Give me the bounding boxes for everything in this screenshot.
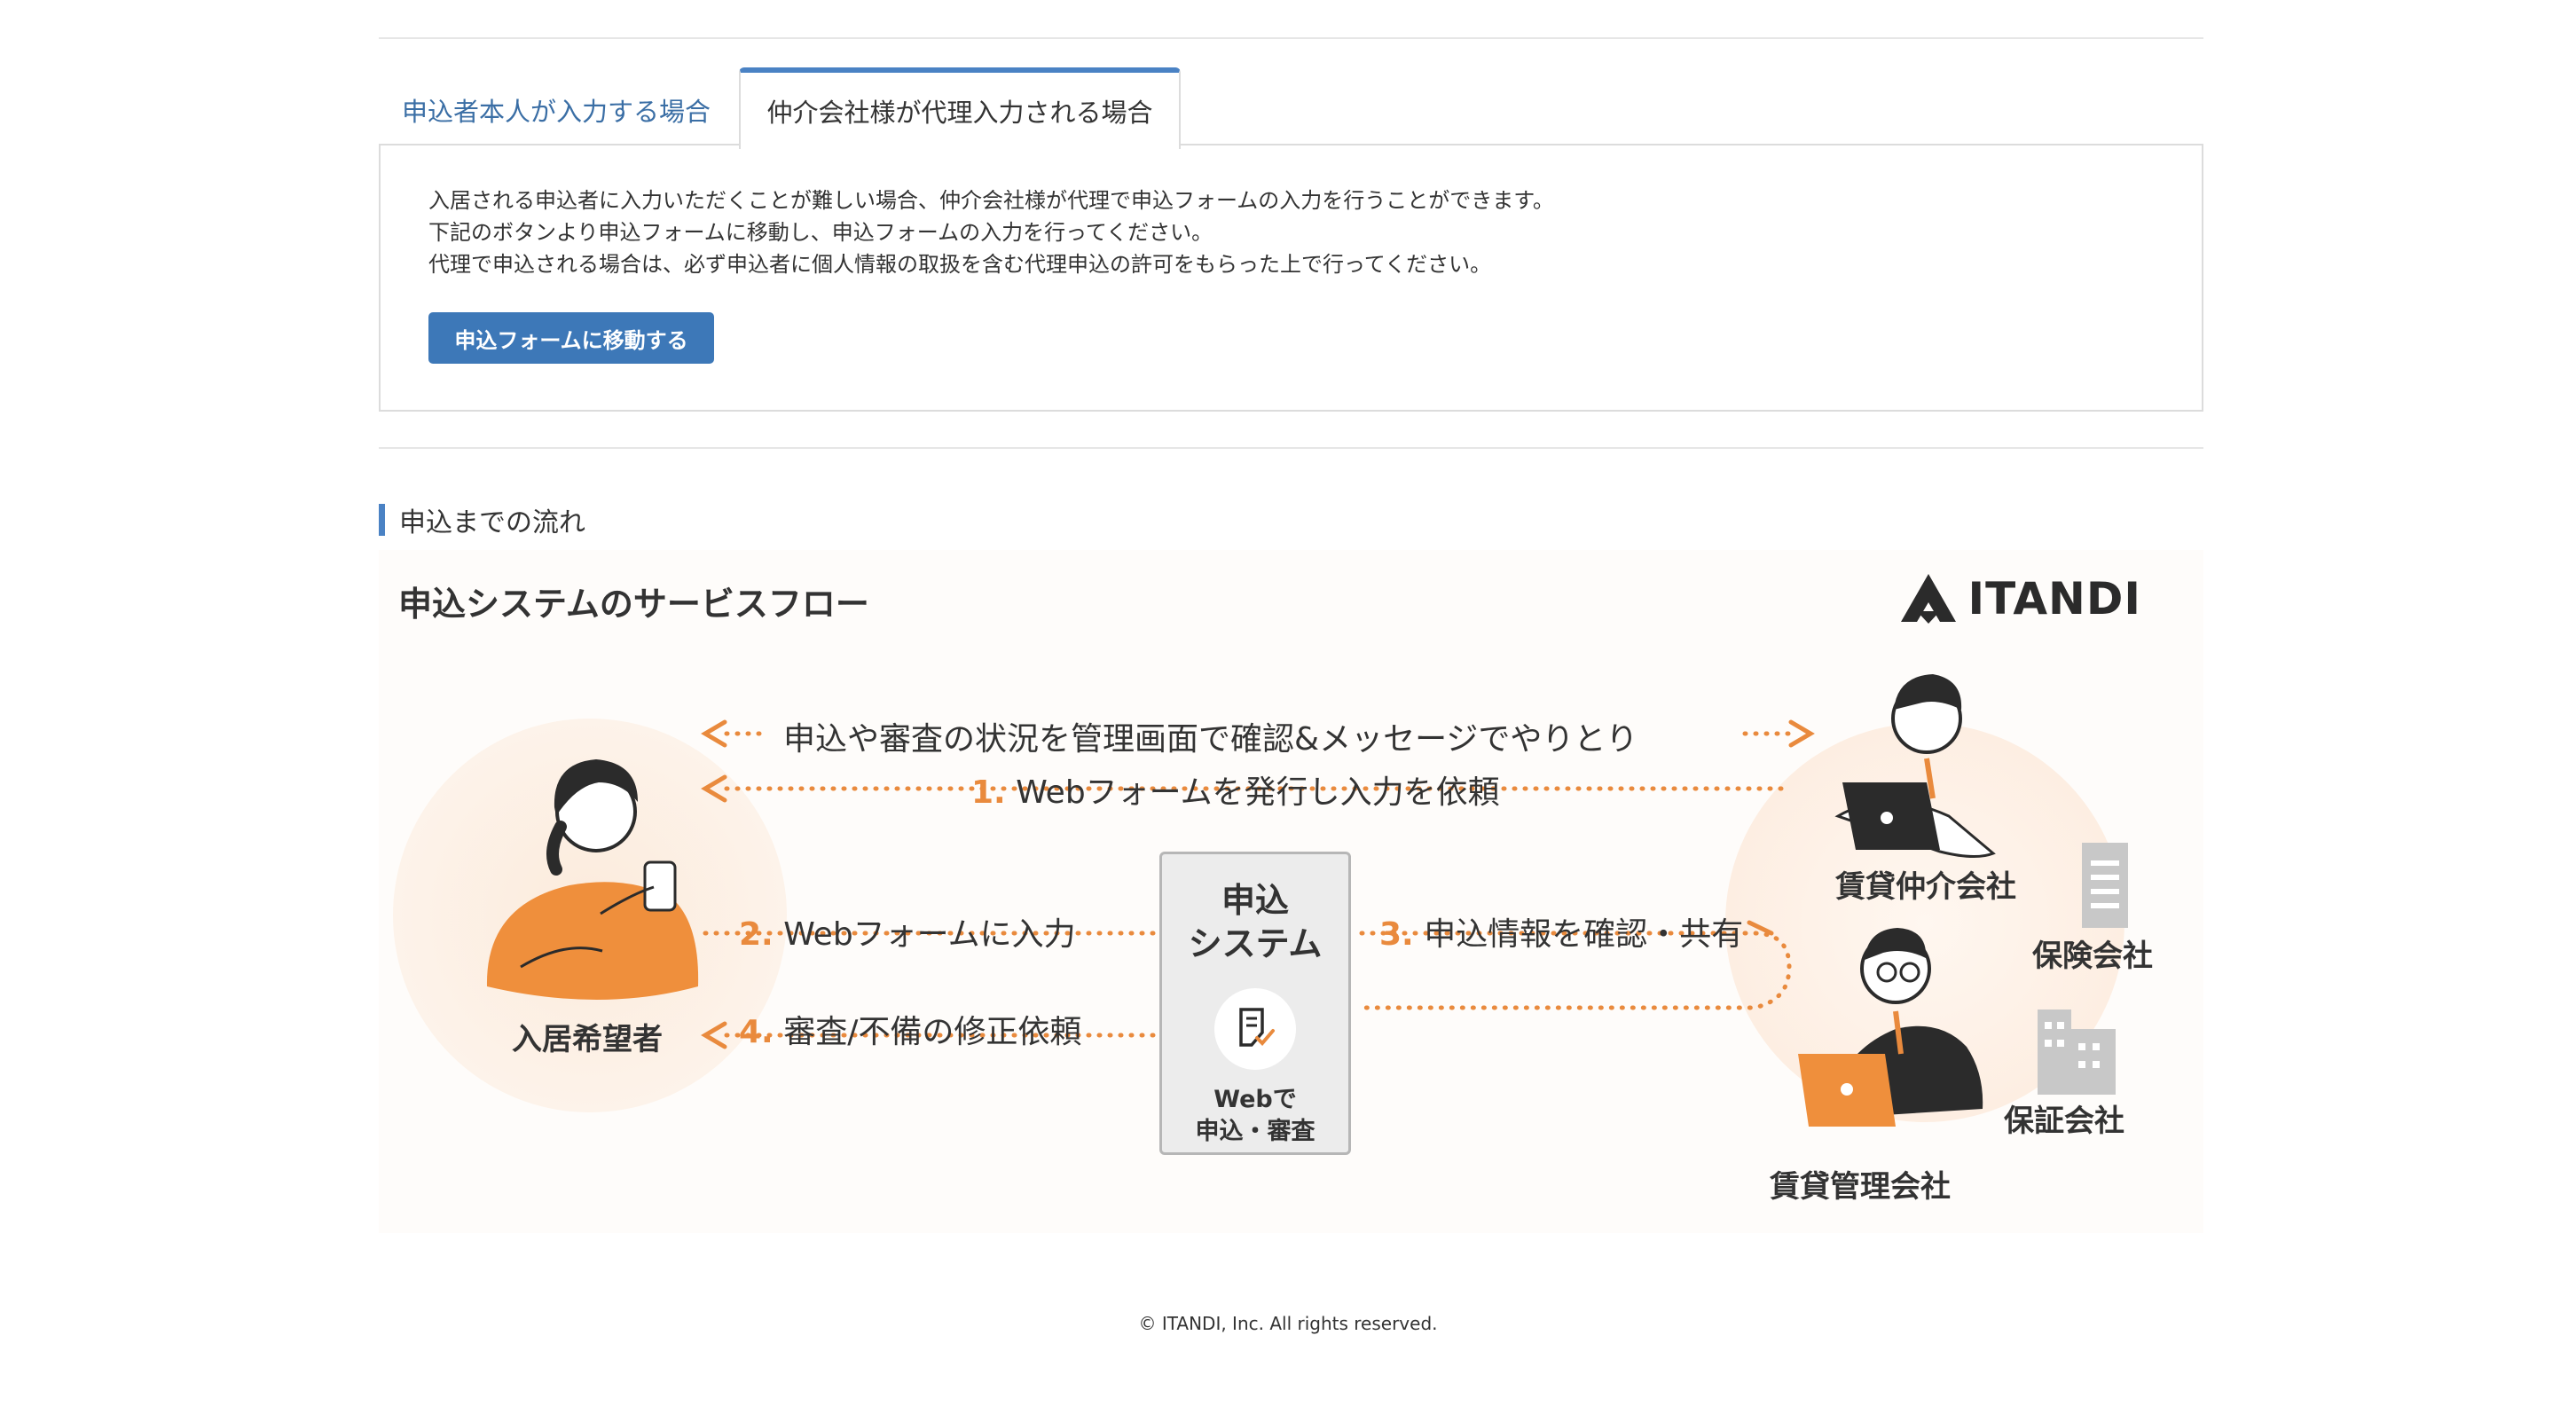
system-subtitle-line-2: 申込・審査 (1195, 1118, 1315, 1146)
itandi-logo-icon (1900, 574, 1956, 624)
step-3-label: 3. 申込情報を確認・共有 (1379, 908, 1743, 954)
manager-label: 賃貸管理会社 (1770, 1169, 1951, 1205)
form-check-icon (1214, 987, 1296, 1070)
system-title: 申込 システム (1189, 879, 1323, 967)
system-title-line-1: 申込 (1221, 881, 1289, 920)
step-1-number: 1. (971, 774, 1006, 811)
step-3-number: 3. (1379, 916, 1414, 953)
panel-text-line-3: 代理で申込される場合は、必ず申込者に個人情報の取扱を含む代理申込の許可をもらった… (428, 252, 1492, 277)
itandi-logo-text: ITANDI (1967, 573, 2141, 625)
guarantor-label: 保証会社 (2004, 1104, 2124, 1139)
move-to-form-button[interactable]: 申込フォームに移動する (428, 312, 714, 364)
step-2-text: Webフォームに入力 (783, 916, 1076, 953)
tab-self-input[interactable]: 申込者本人が入力する場合 (379, 76, 734, 144)
system-subtitle-line-1: Webで (1213, 1085, 1297, 1113)
step-4-number: 4. (739, 1014, 774, 1050)
step-1-label: 1. Webフォームを発行し入力を依頼 (971, 766, 1500, 813)
service-flow-diagram: 申込システムのサービスフロー ITANDI 申込や審査の状況を管理画面で確認&メ… (379, 550, 2203, 1233)
insurance-building-icon (2082, 843, 2128, 928)
system-subtitle: Webで 申込・審査 (1196, 1084, 1315, 1149)
tab-panel: 入居される申込者に入力いただくことが難しい場合、仲介会社様が代理で申込フォームの… (379, 144, 2203, 412)
insurance-label: 保険会社 (2032, 939, 2153, 974)
step-4-text: 審査/不備の修正依頼 (783, 1014, 1082, 1050)
step-1-text: Webフォームを発行し入力を依頼 (1016, 774, 1500, 811)
tab-agent-input[interactable]: 仲介会社様が代理入力される場合 (739, 67, 1181, 149)
panel-text-line-1: 入居される申込者に入力いただくことが難しい場合、仲介会社様が代理で申込フォームの… (428, 188, 1554, 213)
system-title-line-2: システム (1188, 924, 1323, 964)
step-4-label: 4. 審査/不備の修正依頼 (739, 1006, 1081, 1052)
middle-divider (379, 447, 2203, 449)
application-system-box: 申込 システム Webで 申込・審査 (1159, 852, 1351, 1155)
itandi-logo: ITANDI (1899, 572, 2141, 625)
flow-title: 申込システムのサービスフロー (398, 585, 869, 624)
top-divider (379, 37, 2203, 39)
broker-label: 賃貸仲介会社 (1835, 869, 2016, 905)
panel-text-line-2: 下記のボタンより申込フォームに移動し、申込フォームの入力を行ってください。 (428, 220, 1213, 245)
step-2-label: 2. Webフォームに入力 (739, 908, 1076, 954)
copyright: © ITANDI, Inc. All rights reserved. (1138, 1313, 1438, 1334)
step-2-number: 2. (739, 916, 774, 953)
top-message: 申込や審査の状況を管理画面で確認&メッセージでやりとり (783, 721, 1638, 758)
applicant-label: 入居希望者 (512, 1022, 663, 1057)
section-title: 申込までの流れ (379, 504, 585, 538)
step-3-text: 申込情報を確認・共有 (1424, 916, 1744, 953)
tab-bar: 申込者本人が入力する場合 仲介会社様が代理入力される場合 (379, 67, 2203, 149)
